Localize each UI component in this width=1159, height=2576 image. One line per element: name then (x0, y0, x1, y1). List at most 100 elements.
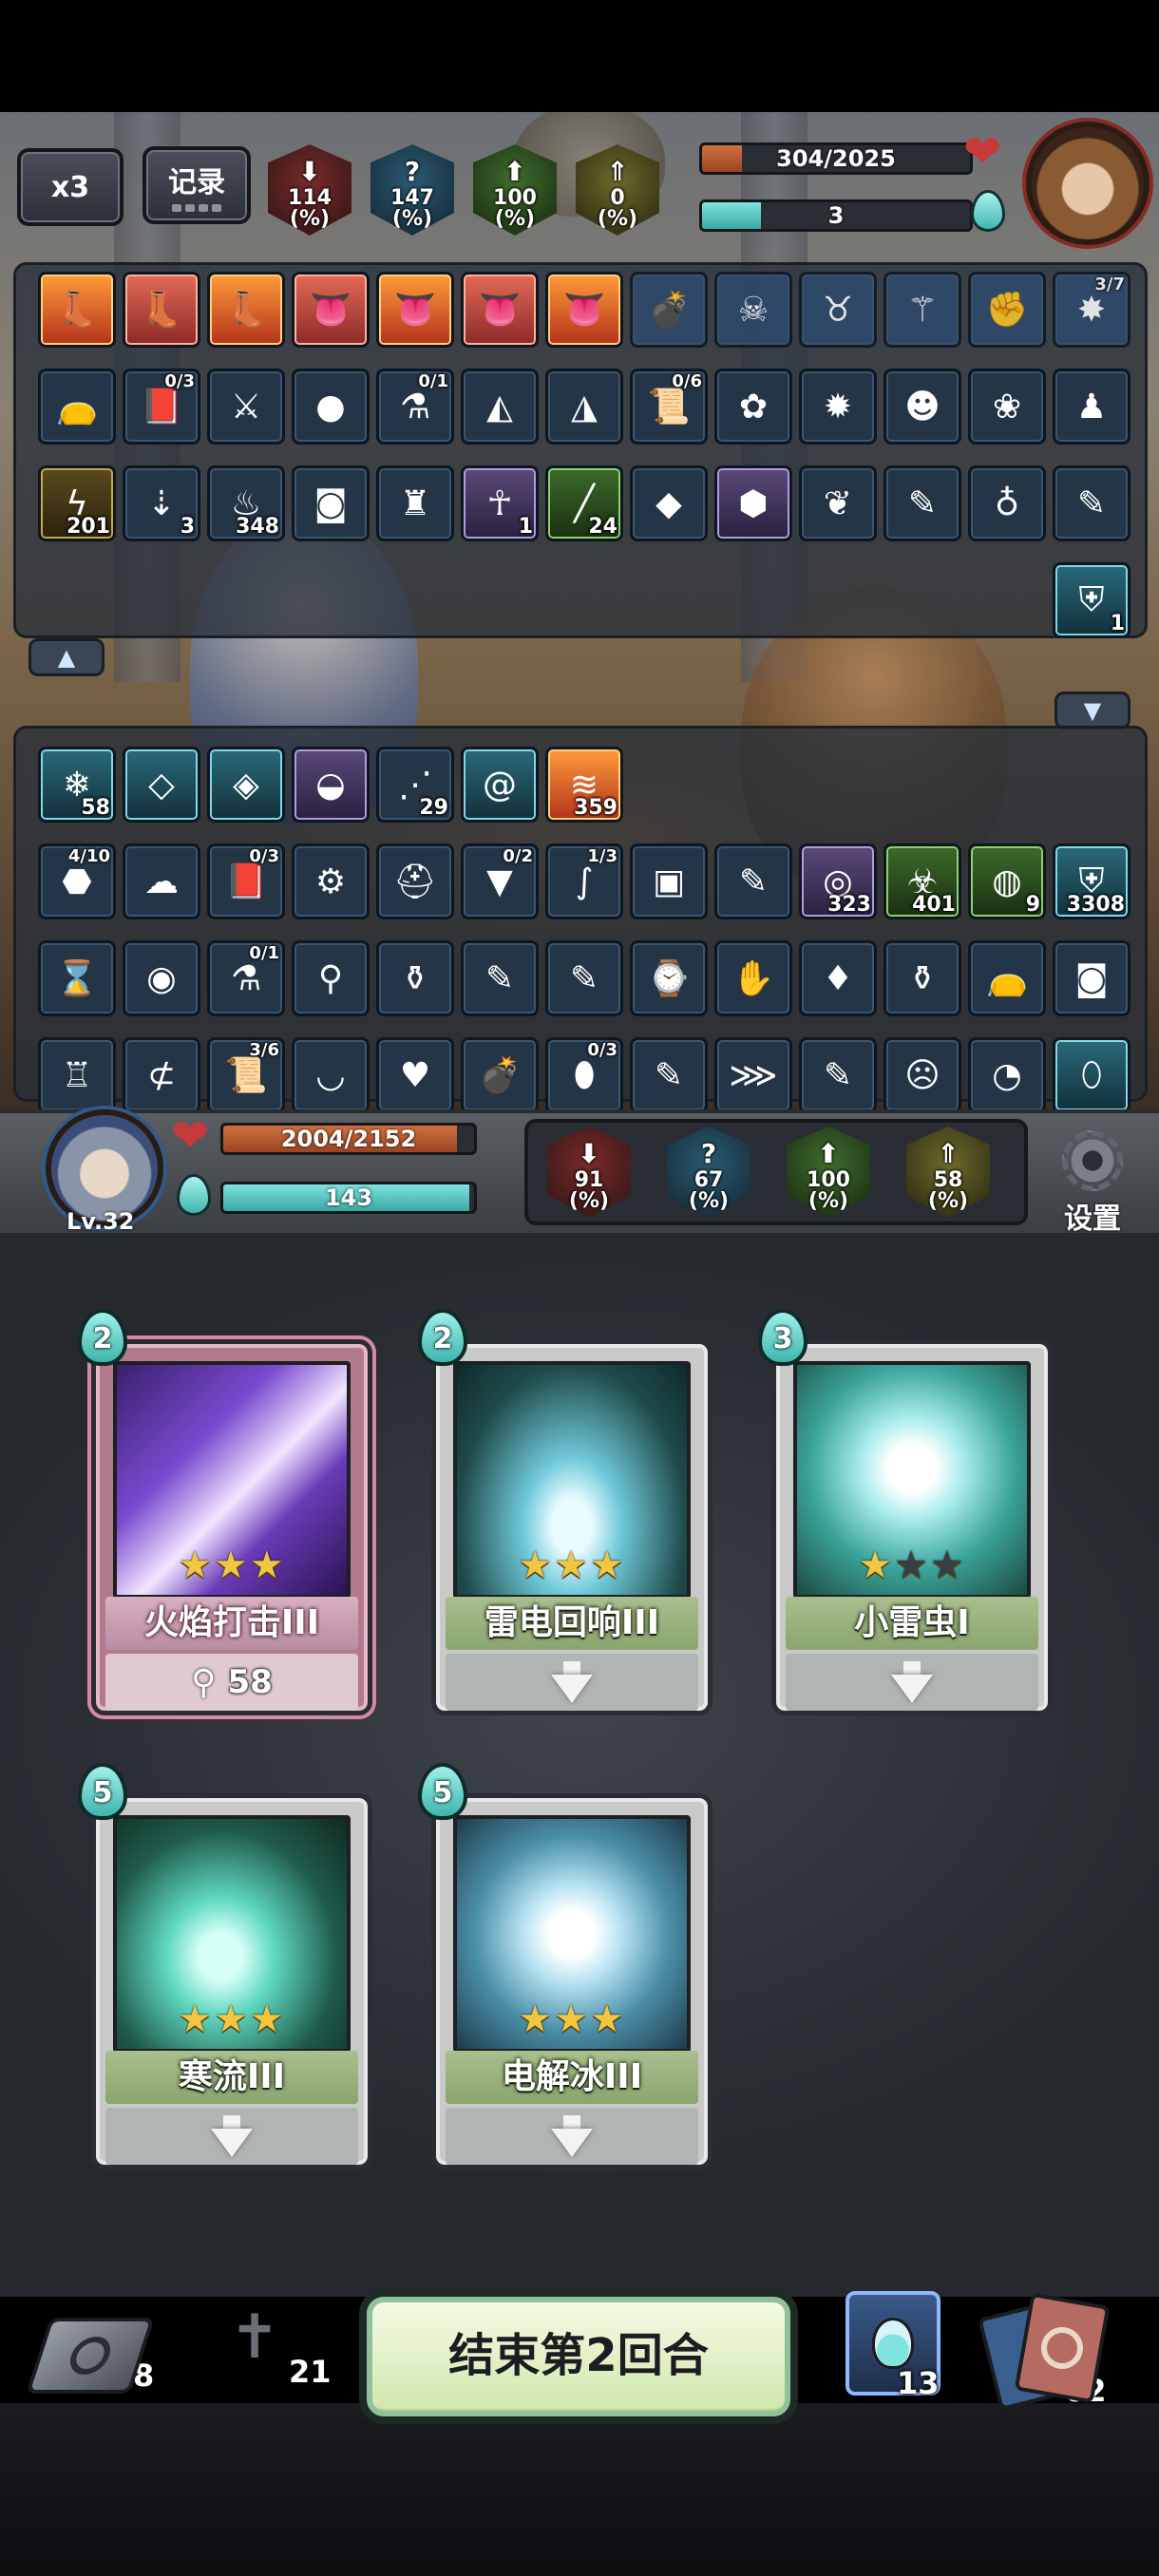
effect-slot[interactable]: ⊄ (123, 1037, 200, 1113)
effect-slot[interactable]: ✎ (1053, 465, 1130, 541)
effect-slot[interactable]: 📜 0/6 (630, 369, 708, 445)
end-turn-button[interactable]: 结束第2回合 (359, 2289, 798, 2424)
effect-slot[interactable]: 👢 (123, 272, 200, 348)
skill-card[interactable]: ★★★ 寒流III (91, 1793, 372, 2169)
exhaust-pile[interactable]: 8 (26, 2318, 155, 2394)
skill-card[interactable]: ★★★ 火焰打击III ⚲ 58 (91, 1339, 372, 1715)
effect-slot[interactable]: ◍ 9 (968, 843, 1046, 919)
effect-slot[interactable]: 👝 (38, 369, 116, 445)
potion-slot[interactable]: 13 (846, 2291, 940, 2401)
effect-slot[interactable]: ✋ (714, 940, 792, 1016)
draw-pile[interactable]: 62 (978, 2292, 1111, 2412)
skill-card[interactable]: ★★★ 雷电回响III (431, 1339, 712, 1715)
effect-slot[interactable]: ϟ 201 (38, 465, 116, 541)
effect-slot[interactable]: ⇣ 3 (123, 465, 200, 541)
effect-slot[interactable]: ✎ (545, 940, 623, 1016)
effect-slot[interactable]: ◮ (545, 369, 623, 445)
effect-slot[interactable]: ☣ 401 (884, 843, 961, 919)
collapse-player-panel-button[interactable]: ▼ (1054, 691, 1130, 729)
effect-slot[interactable]: ✎ (799, 1037, 877, 1113)
effect-slot[interactable]: ⚱ (376, 940, 454, 1016)
effect-slot[interactable]: ≋ 359 (545, 747, 623, 823)
effect-slot[interactable]: ✹ (799, 369, 877, 445)
effect-slot[interactable]: ⚗ 0/1 (207, 940, 285, 1016)
effect-slot[interactable]: ✸ 3/7 (1053, 272, 1130, 348)
effect-slot[interactable]: ♁ (968, 465, 1046, 541)
effect-slot[interactable]: ♨ 348 (207, 465, 285, 541)
effect-slot[interactable]: ⋰ 29 (376, 747, 454, 823)
effect-slot[interactable]: ☹ (884, 1037, 961, 1113)
effect-slot[interactable]: ◎ 323 (799, 843, 877, 919)
effect-slot[interactable]: ✊ (968, 272, 1046, 348)
effect-slot[interactable]: ☥ 1 (461, 465, 539, 541)
effect-slot[interactable]: 📜 3/6 (207, 1037, 285, 1113)
effect-slot[interactable]: 👅 (461, 272, 539, 348)
skill-card[interactable]: ★★★ 电解冰III (431, 1793, 712, 2169)
discard-pile[interactable]: ✝ 21 (207, 2295, 331, 2390)
effect-slot[interactable]: ⬢ (714, 465, 792, 541)
effect-slot[interactable]: ● (292, 369, 370, 445)
effect-slot[interactable]: ◔ (968, 1037, 1046, 1113)
effect-slot[interactable]: ☁ (123, 843, 200, 919)
effect-slot[interactable]: ⚗ 0/1 (376, 369, 454, 445)
effect-slot[interactable]: ⋙ (714, 1037, 792, 1113)
effect-slot[interactable]: ╱ 24 (545, 465, 623, 541)
effect-slot[interactable]: 👢 (207, 272, 285, 348)
effect-slot[interactable]: ⬮ 0/3 (545, 1037, 623, 1113)
effect-slot[interactable]: ⬯ (1053, 1037, 1130, 1113)
effect-slot[interactable]: ❄ 58 (38, 747, 116, 823)
effect-slot[interactable]: ✎ (461, 940, 539, 1016)
effect-slot[interactable]: ◡ (292, 1037, 370, 1113)
battle-log-button[interactable]: 记录 (142, 146, 251, 224)
effect-slot[interactable]: 👅 (545, 272, 623, 348)
effect-slot[interactable]: 💣 (461, 1037, 539, 1113)
effect-slot[interactable]: ♥ (376, 1037, 454, 1113)
effect-slot[interactable]: 👝 (968, 940, 1046, 1016)
effect-slot[interactable]: ☠ (714, 272, 792, 348)
effect-slot[interactable]: ❀ (968, 369, 1046, 445)
effect-slot[interactable]: 👢 (38, 272, 116, 348)
skill-card[interactable]: ★★★ 小雷虫I (771, 1339, 1053, 1715)
effect-slot[interactable]: ♦ (799, 940, 877, 1016)
effect-slot[interactable]: 📕 0/3 (123, 369, 200, 445)
effect-slot[interactable]: ⚲ (292, 940, 370, 1016)
effect-slot[interactable]: ◙ (292, 465, 370, 541)
effect-slot[interactable]: ♉ (799, 272, 877, 348)
effect-slot[interactable]: ⛑ (376, 843, 454, 919)
effect-slot[interactable]: ∫ 1/3 (545, 843, 623, 919)
effect-slot[interactable]: ⬣ 4/10 (38, 843, 116, 919)
collapse-enemy-panel-button[interactable]: ▲ (28, 638, 104, 676)
effect-slot[interactable]: 💣 (630, 272, 708, 348)
effect-slot[interactable]: ✿ (714, 369, 792, 445)
effect-slot[interactable]: ✎ (630, 1037, 708, 1113)
effect-slot[interactable]: @ (461, 747, 539, 823)
enemy-avatar[interactable] (1026, 122, 1150, 245)
effect-slot[interactable]: ♖ (38, 1037, 116, 1113)
effect-slot[interactable]: ◭ (461, 369, 539, 445)
effect-slot[interactable]: ▣ (630, 843, 708, 919)
effect-slot[interactable]: 📕 0/3 (207, 843, 285, 919)
effect-slot[interactable]: ⚙ (292, 843, 370, 919)
effect-slot[interactable]: ♜ (376, 465, 454, 541)
effect-slot[interactable]: ♟ (1053, 369, 1130, 445)
effect-slot[interactable]: ⚱ (884, 940, 961, 1016)
effect-slot[interactable]: ❦ (799, 465, 877, 541)
effect-slot[interactable]: ⛨ 1 (1053, 562, 1130, 638)
effect-slot[interactable]: ☻ (884, 369, 961, 445)
effect-slot[interactable]: 👅 (376, 272, 454, 348)
effect-slot[interactable]: ⚔ (207, 369, 285, 445)
effect-slot[interactable]: ◈ (207, 747, 285, 823)
effect-slot[interactable]: ◇ (123, 747, 200, 823)
effect-slot[interactable]: ▼ 0/2 (461, 843, 539, 919)
effect-slot[interactable]: ⚚ (884, 272, 961, 348)
effect-slot[interactable]: ⌚ (630, 940, 708, 1016)
speed-button[interactable]: x3 (17, 148, 124, 226)
settings-button[interactable]: 设置 (1049, 1130, 1136, 1237)
effect-slot[interactable]: ◙ (1053, 940, 1130, 1016)
effect-slot[interactable]: ◉ (123, 940, 200, 1016)
effect-slot[interactable]: ◒ (292, 747, 370, 823)
effect-slot[interactable]: ✎ (714, 843, 792, 919)
effect-slot[interactable]: ⛨ 3308 (1053, 843, 1130, 919)
effect-slot[interactable]: 👅 (292, 272, 370, 348)
effect-slot[interactable]: ◆ (630, 465, 708, 541)
